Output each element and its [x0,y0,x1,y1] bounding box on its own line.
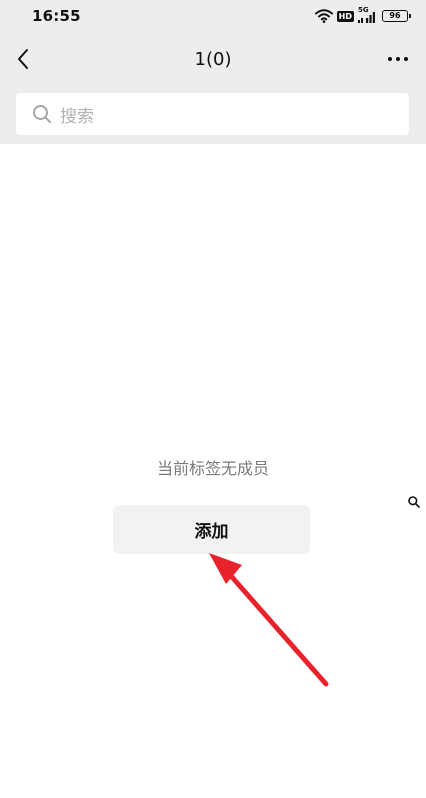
hd-badge: HD [336,10,354,22]
more-dot [404,57,408,61]
arrow-shaft [221,565,329,687]
search-area: 搜索 [0,86,426,144]
wifi-icon [314,9,333,23]
floating-search-icon[interactable] [407,495,421,509]
search-icon [33,105,51,123]
search-input[interactable]: 搜索 [16,93,409,135]
back-button[interactable] [6,42,40,76]
arrow-head [209,553,242,584]
page-title: 1(0) [194,48,232,70]
empty-state-message: 当前标签无成员 [156,459,269,478]
status-time: 16:55 [32,7,81,25]
chevron-left-icon [18,49,28,69]
battery-level: 96 [389,11,401,20]
more-dot [388,57,392,61]
add-button[interactable]: 添加 [113,505,310,554]
battery-icon: 96 [382,10,411,22]
more-button[interactable] [380,42,416,76]
network-type-label: 5G [358,6,378,23]
signal-icon [358,12,375,23]
nav-bar: 1(0) [0,32,426,86]
search-placeholder: 搜索 [60,106,94,127]
more-dot [396,57,400,61]
status-bar: 16:55 HD 5G 96 [0,0,426,32]
status-icons: HD 5G 96 [314,6,411,23]
